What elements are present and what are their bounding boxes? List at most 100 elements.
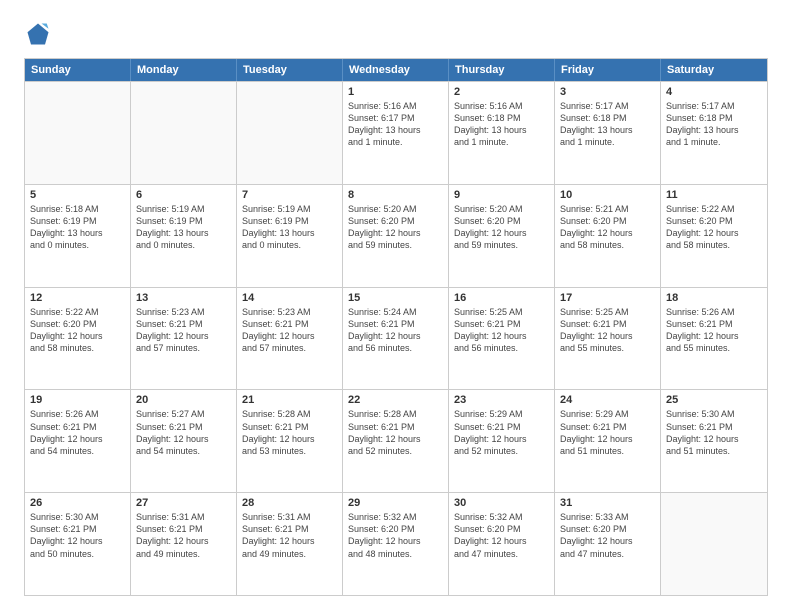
day-number: 30 bbox=[454, 497, 549, 509]
cell-info-line: and 52 minutes. bbox=[348, 445, 443, 457]
cell-info-line: Sunset: 6:21 PM bbox=[560, 421, 655, 433]
day-number: 16 bbox=[454, 292, 549, 304]
cell-info-line: and 51 minutes. bbox=[560, 445, 655, 457]
cell-info-line: Daylight: 12 hours bbox=[30, 433, 125, 445]
cell-info-line: Daylight: 13 hours bbox=[560, 124, 655, 136]
cell-info-line: Sunrise: 5:33 AM bbox=[560, 511, 655, 523]
cell-info-line: Sunset: 6:21 PM bbox=[348, 421, 443, 433]
day-number: 17 bbox=[560, 292, 655, 304]
day-number: 19 bbox=[30, 394, 125, 406]
header bbox=[24, 20, 768, 48]
cell-info-line: and 1 minute. bbox=[560, 136, 655, 148]
cell-info-line: Daylight: 12 hours bbox=[30, 330, 125, 342]
cell-info-line: Daylight: 12 hours bbox=[454, 227, 549, 239]
day-number: 27 bbox=[136, 497, 231, 509]
calendar-row-5: 26Sunrise: 5:30 AMSunset: 6:21 PMDayligh… bbox=[25, 492, 767, 595]
cell-info-line: Daylight: 12 hours bbox=[242, 330, 337, 342]
day-number: 23 bbox=[454, 394, 549, 406]
cell-info-line: and 54 minutes. bbox=[136, 445, 231, 457]
cell-info-line: and 59 minutes. bbox=[454, 239, 549, 251]
cell-info-line: Sunrise: 5:21 AM bbox=[560, 203, 655, 215]
cell-info-line: Sunset: 6:21 PM bbox=[454, 421, 549, 433]
day-number: 24 bbox=[560, 394, 655, 406]
cell-info-line: and 0 minutes. bbox=[136, 239, 231, 251]
cell-info-line: Daylight: 12 hours bbox=[136, 535, 231, 547]
calendar-cell: 4Sunrise: 5:17 AMSunset: 6:18 PMDaylight… bbox=[661, 82, 767, 184]
cell-info-line: and 52 minutes. bbox=[454, 445, 549, 457]
calendar-cell: 6Sunrise: 5:19 AMSunset: 6:19 PMDaylight… bbox=[131, 185, 237, 287]
calendar-cell: 25Sunrise: 5:30 AMSunset: 6:21 PMDayligh… bbox=[661, 390, 767, 492]
day-number: 22 bbox=[348, 394, 443, 406]
calendar-header: SundayMondayTuesdayWednesdayThursdayFrid… bbox=[25, 59, 767, 81]
day-number: 26 bbox=[30, 497, 125, 509]
cell-info-line: Sunrise: 5:25 AM bbox=[560, 306, 655, 318]
day-number: 28 bbox=[242, 497, 337, 509]
calendar-cell: 5Sunrise: 5:18 AMSunset: 6:19 PMDaylight… bbox=[25, 185, 131, 287]
cell-info-line: Sunset: 6:21 PM bbox=[30, 523, 125, 535]
header-day-friday: Friday bbox=[555, 59, 661, 81]
day-number: 31 bbox=[560, 497, 655, 509]
calendar-row-4: 19Sunrise: 5:26 AMSunset: 6:21 PMDayligh… bbox=[25, 389, 767, 492]
cell-info-line: Sunrise: 5:22 AM bbox=[666, 203, 762, 215]
cell-info-line: Daylight: 13 hours bbox=[242, 227, 337, 239]
calendar-row-1: 1Sunrise: 5:16 AMSunset: 6:17 PMDaylight… bbox=[25, 81, 767, 184]
header-day-wednesday: Wednesday bbox=[343, 59, 449, 81]
cell-info-line: Daylight: 12 hours bbox=[666, 227, 762, 239]
day-number: 5 bbox=[30, 189, 125, 201]
cell-info-line: Daylight: 12 hours bbox=[242, 535, 337, 547]
cell-info-line: Sunrise: 5:19 AM bbox=[136, 203, 231, 215]
calendar-cell: 28 Sunrise: 5:31 AMSunset: 6:21 PMDayligh… bbox=[237, 493, 343, 595]
cell-info-line: and 48 minutes. bbox=[348, 548, 443, 560]
cell-info-line: Sunset: 6:20 PM bbox=[560, 523, 655, 535]
logo-icon bbox=[24, 20, 52, 48]
calendar-cell: 2Sunrise: 5:16 AMSunset: 6:18 PMDaylight… bbox=[449, 82, 555, 184]
day-number: 9 bbox=[454, 189, 549, 201]
calendar-cell: 13Sunrise: 5:23 AMSunset: 6:21 PMDayligh… bbox=[131, 288, 237, 390]
cell-info-line: and 1 minute. bbox=[348, 136, 443, 148]
cell-info-line: Daylight: 13 hours bbox=[136, 227, 231, 239]
cell-info-line: Daylight: 12 hours bbox=[348, 330, 443, 342]
day-number: 13 bbox=[136, 292, 231, 304]
cell-info-line: and 58 minutes. bbox=[30, 342, 125, 354]
day-number: 18 bbox=[666, 292, 762, 304]
calendar-body: 1Sunrise: 5:16 AMSunset: 6:17 PMDaylight… bbox=[25, 81, 767, 595]
day-number: 21 bbox=[242, 394, 337, 406]
cell-info-line: Sunrise: 5:25 AM bbox=[454, 306, 549, 318]
cell-info-line: Daylight: 12 hours bbox=[666, 330, 762, 342]
cell-info-line: Sunrise: 5:17 AM bbox=[666, 100, 762, 112]
cell-info-line: Sunrise: 5:26 AM bbox=[666, 306, 762, 318]
cell-info-line: Sunrise: 5:31 AM bbox=[242, 511, 337, 523]
cell-info-line: Sunrise: 5:28 AM bbox=[242, 408, 337, 420]
cell-info-line: Daylight: 12 hours bbox=[30, 535, 125, 547]
cell-info-line: Sunset: 6:19 PM bbox=[30, 215, 125, 227]
calendar-cell: 30Sunrise: 5:32 AMSunset: 6:20 PMDayligh… bbox=[449, 493, 555, 595]
calendar-row-2: 5Sunrise: 5:18 AMSunset: 6:19 PMDaylight… bbox=[25, 184, 767, 287]
calendar-cell: 27Sunrise: 5:31 AMSunset: 6:21 PMDayligh… bbox=[131, 493, 237, 595]
cell-info-line: Sunrise: 5:30 AM bbox=[30, 511, 125, 523]
cell-info-line: Sunset: 6:21 PM bbox=[136, 523, 231, 535]
calendar-cell: 26 Sunrise: 5:30 AMSunset: 6:21 PMDayligh… bbox=[25, 493, 131, 595]
day-number: 7 bbox=[242, 189, 337, 201]
cell-info-line: Daylight: 12 hours bbox=[348, 227, 443, 239]
cell-info-line: Sunset: 6:20 PM bbox=[30, 318, 125, 330]
cell-info-line: Sunrise: 5:20 AM bbox=[348, 203, 443, 215]
cell-info-line: Sunset: 6:21 PM bbox=[242, 421, 337, 433]
calendar-cell: 31Sunrise: 5:33 AMSunset: 6:20 PMDayligh… bbox=[555, 493, 661, 595]
cell-info-line: Sunrise: 5:30 AM bbox=[666, 408, 762, 420]
cell-info-line: Daylight: 12 hours bbox=[454, 535, 549, 547]
cell-info-line: Sunrise: 5:27 AM bbox=[136, 408, 231, 420]
calendar-cell: 10Sunrise: 5:21 AMSunset: 6:20 PMDayligh… bbox=[555, 185, 661, 287]
cell-info-line: and 49 minutes. bbox=[136, 548, 231, 560]
cell-info-line: Sunset: 6:21 PM bbox=[136, 421, 231, 433]
day-number: 15 bbox=[348, 292, 443, 304]
calendar-row-3: 12Sunrise: 5:22 AMSunset: 6:20 PMDayligh… bbox=[25, 287, 767, 390]
cell-info-line: Sunset: 6:20 PM bbox=[666, 215, 762, 227]
cell-info-line: Sunset: 6:21 PM bbox=[454, 318, 549, 330]
cell-info-line: Daylight: 12 hours bbox=[560, 330, 655, 342]
cell-info-line: and 51 minutes. bbox=[666, 445, 762, 457]
calendar-cell: 29Sunrise: 5:32 AMSunset: 6:20 PMDayligh… bbox=[343, 493, 449, 595]
cell-info-line: and 57 minutes. bbox=[136, 342, 231, 354]
calendar-cell: 7Sunrise: 5:19 AMSunset: 6:19 PMDaylight… bbox=[237, 185, 343, 287]
calendar-cell: 15Sunrise: 5:24 AMSunset: 6:21 PMDayligh… bbox=[343, 288, 449, 390]
cell-info-line: Sunset: 6:21 PM bbox=[242, 523, 337, 535]
